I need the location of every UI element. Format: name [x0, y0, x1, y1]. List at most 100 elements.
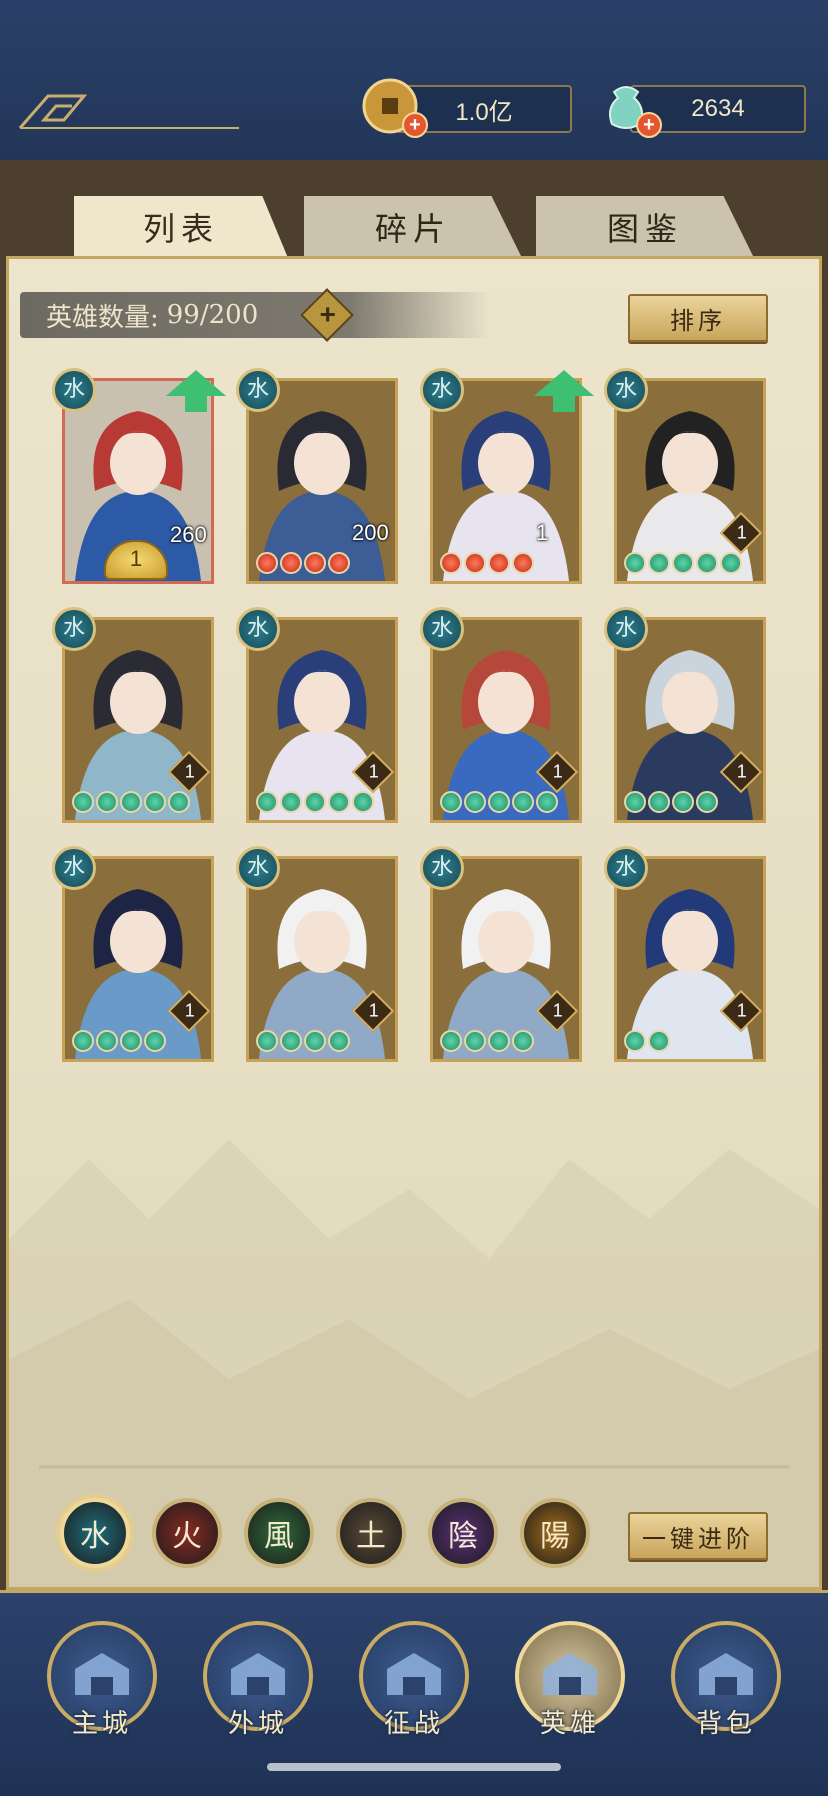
green-star-orb-icon	[672, 791, 694, 813]
hero-level: 1	[552, 1000, 563, 1021]
green-star-orb-icon	[304, 1030, 326, 1052]
hero-level: 1	[736, 761, 747, 782]
green-star-orb-icon	[648, 791, 670, 813]
filter-earth-icon[interactable]: 土	[336, 1498, 406, 1568]
star-orbs	[256, 791, 374, 813]
filter-wind-icon[interactable]: 風	[244, 1498, 314, 1568]
green-star-orb-icon	[624, 1030, 646, 1052]
hero-portrait	[249, 381, 395, 581]
green-star-orb-icon	[512, 791, 534, 813]
red-star-orb-icon	[488, 552, 510, 574]
star-orbs	[72, 1030, 166, 1052]
green-star-orb-icon	[464, 791, 486, 813]
water-element-icon: 水	[236, 846, 280, 890]
green-star-orb-icon	[144, 791, 166, 813]
hero-level: 1	[184, 1000, 195, 1021]
hero-level: 200	[352, 520, 389, 545]
green-star-orb-icon	[120, 791, 142, 813]
add-coins-icon[interactable]: +	[402, 112, 428, 138]
star-orbs	[440, 791, 558, 813]
advance-all-button[interactable]: 一键进阶	[628, 1512, 768, 1560]
tab-fragments[interactable]: 碎片	[304, 196, 522, 258]
red-star-orb-icon	[440, 552, 462, 574]
tab-list[interactable]: 列表	[74, 196, 288, 258]
filter-yin-icon[interactable]: 陰	[428, 1498, 498, 1568]
hero-level: 1	[536, 520, 549, 545]
water-element-icon: 水	[420, 368, 464, 412]
green-star-orb-icon	[304, 791, 326, 813]
hero-level: 260	[170, 522, 207, 547]
pattern-ornament-icon	[18, 94, 239, 129]
green-star-orb-icon	[696, 552, 718, 574]
green-star-orb-icon	[280, 791, 302, 813]
tab-codex-label: 图鉴	[606, 210, 683, 248]
green-star-orb-icon	[488, 791, 510, 813]
star-orbs	[256, 552, 350, 574]
green-star-orb-icon	[512, 1030, 534, 1052]
nav-label: 外城	[227, 1709, 288, 1739]
green-star-orb-icon	[328, 791, 350, 813]
green-star-orb-icon	[536, 791, 558, 813]
filter-water-icon[interactable]: 水	[60, 1498, 130, 1568]
sort-button[interactable]: 排序	[628, 294, 768, 342]
hero-level: 1	[736, 522, 747, 543]
water-element-icon: 水	[420, 846, 464, 890]
plus-icon: +	[319, 298, 336, 330]
upgrade-arrow-stem	[185, 396, 207, 412]
nav-label: 背包	[695, 1709, 756, 1739]
green-star-orb-icon	[488, 1030, 510, 1052]
green-star-orb-icon	[440, 1030, 462, 1052]
green-star-orb-icon	[696, 791, 718, 813]
star-orbs	[256, 1030, 350, 1052]
resource-bar: 1.0亿 + 2634 +	[0, 0, 828, 163]
green-star-orb-icon	[464, 1030, 486, 1052]
green-star-orb-icon	[168, 791, 190, 813]
sort-label: 排序	[670, 306, 726, 335]
green-star-orb-icon	[720, 552, 742, 574]
star-orbs	[624, 791, 718, 813]
green-star-orb-icon	[256, 791, 278, 813]
green-star-orb-icon	[648, 1030, 670, 1052]
nav-label: 主城	[71, 1709, 132, 1739]
green-star-orb-icon	[440, 791, 462, 813]
green-star-orb-icon	[120, 1030, 142, 1052]
hero-count-strip: 英雄数量: 99/200	[20, 292, 490, 338]
water-element-icon: 水	[52, 607, 96, 651]
green-star-orb-icon	[96, 1030, 118, 1052]
hero-level: 1	[368, 761, 379, 782]
hero-level: 1	[736, 1000, 747, 1021]
red-star-orb-icon	[256, 552, 278, 574]
tab-fragments-label: 碎片	[374, 210, 451, 248]
red-star-orb-icon	[464, 552, 486, 574]
upgrade-arrow-icon	[166, 370, 226, 396]
hero-level: 1	[552, 761, 563, 782]
green-star-orb-icon	[648, 552, 670, 574]
red-star-orb-icon	[512, 552, 534, 574]
star-orbs	[624, 552, 742, 574]
upgrade-arrow-icon	[534, 370, 594, 396]
water-element-icon: 水	[52, 846, 96, 890]
green-star-orb-icon	[72, 791, 94, 813]
add-jade-icon[interactable]: +	[636, 112, 662, 138]
star-orbs	[440, 552, 534, 574]
filter-yang-icon[interactable]: 陽	[520, 1498, 590, 1568]
star-orbs	[624, 1030, 670, 1052]
star-orbs	[72, 791, 190, 813]
water-element-icon: 水	[604, 607, 648, 651]
green-star-orb-icon	[144, 1030, 166, 1052]
red-star-orb-icon	[304, 552, 326, 574]
water-element-icon: 水	[420, 607, 464, 651]
green-star-orb-icon	[256, 1030, 278, 1052]
green-star-orb-icon	[96, 791, 118, 813]
home-indicator	[267, 1763, 561, 1771]
water-element-icon: 水	[236, 368, 280, 412]
coin-value: 1.0亿	[455, 98, 513, 126]
green-star-orb-icon	[328, 1030, 350, 1052]
green-star-orb-icon	[72, 1030, 94, 1052]
nav-label: 征战	[383, 1709, 444, 1739]
water-element-icon: 水	[604, 846, 648, 890]
filter-fire-icon[interactable]: 火	[152, 1498, 222, 1568]
tab-codex[interactable]: 图鉴	[536, 196, 754, 258]
green-star-orb-icon	[624, 791, 646, 813]
green-star-orb-icon	[624, 552, 646, 574]
